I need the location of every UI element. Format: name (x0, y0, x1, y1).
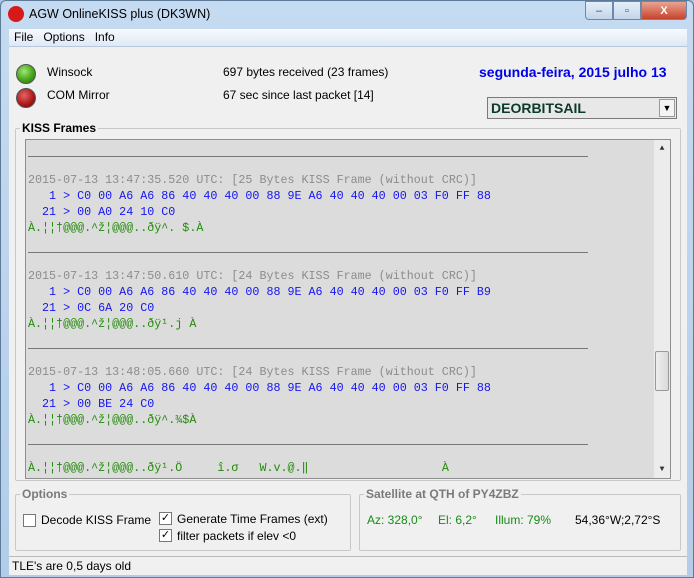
window-title: AGW OnlineKISS plus (DK3WN) (29, 7, 211, 21)
frame-separator (28, 140, 653, 172)
minimize-button[interactable]: – (585, 1, 613, 20)
client-area: Winsock COM Mirror 697 bytes received (2… (9, 47, 687, 556)
close-button[interactable]: X (641, 1, 687, 20)
decode-kiss-label: Decode KISS Frame (41, 513, 152, 527)
elevation: El: 6,2° (438, 513, 477, 527)
com-mirror-status-led (16, 88, 36, 108)
frame-header: 2015-07-13 13:47:50.610 UTC: [24 Bytes K… (28, 269, 477, 283)
winsock-status-led (16, 64, 36, 84)
options-legend: Options (22, 487, 68, 501)
frame-separator (28, 428, 653, 460)
filter-packets-checkbox[interactable]: ✓ (159, 529, 172, 542)
menu-bar: File Options Info (9, 29, 687, 47)
vertical-scrollbar[interactable]: ▲ ▼ (653, 140, 670, 478)
com-mirror-label: COM Mirror (47, 88, 110, 102)
generate-time-frames-label: Generate Time Frames (ext) (177, 512, 328, 526)
scroll-down-icon[interactable]: ▼ (654, 461, 670, 478)
app-icon (8, 6, 24, 22)
scrollbar-thumb[interactable] (655, 351, 669, 391)
frame-ascii: À.¦¦†@@@.^ž¦@@@..ðÿ^. $.À (28, 221, 204, 235)
menu-info[interactable]: Info (90, 29, 120, 46)
decode-kiss-checkbox[interactable] (23, 514, 36, 527)
date-display: segunda-feira, 2015 julho 13 (479, 64, 667, 80)
frame-ascii: À.¦¦†@@@.^ž¦@@@..ðÿ¹.Ö î.σ W.v.@.‖ À (28, 461, 449, 475)
satellite-legend: Satellite at QTH of PY4ZBZ (366, 487, 519, 501)
frame-hex-line: 1 > C0 00 A6 A6 86 40 40 40 00 88 9E A6 … (28, 285, 491, 299)
kiss-frames-legend: KISS Frames (22, 121, 97, 135)
illumination: Illum: 79% (495, 513, 552, 527)
kiss-frames-log[interactable]: 2015-07-13 13:47:35.520 UTC: [25 Bytes K… (25, 139, 671, 479)
frame-ascii: À.¦¦†@@@.^ž¦@@@..ðÿ¹.j À (28, 317, 197, 331)
frame-hex-line: 1 > C0 00 A6 A6 86 40 40 40 00 88 9E A6 … (28, 381, 491, 395)
maximize-button[interactable]: ▫ (613, 1, 641, 20)
menu-file[interactable]: File (9, 29, 38, 46)
frame-header: 2015-07-13 13:48:05.660 UTC: [24 Bytes K… (28, 365, 477, 379)
bytes-received: 697 bytes received (23 frames) (223, 65, 389, 79)
filter-packets-label: filter packets if elev <0 (177, 529, 297, 543)
since-last-packet: 67 sec since last packet [14] (223, 88, 374, 102)
frame-hex-line: 21 > 0C 6A 20 C0 (28, 301, 155, 315)
status-bar: TLE's are 0,5 days old (9, 556, 687, 575)
generate-time-frames-checkbox[interactable]: ✓ (159, 512, 172, 525)
sub-satellite-position: 54,36°W;2,72°S (575, 513, 661, 527)
satellite-select-value: DEORBITSAIL (491, 100, 586, 116)
frame-hex-line: 21 > 00 A0 24 10 C0 (28, 205, 176, 219)
frame-hex-line: 21 > 00 BE 24 C0 (28, 397, 155, 411)
frame-separator (28, 236, 653, 268)
frame-header: 2015-07-13 13:47:35.520 UTC: [25 Bytes K… (28, 173, 477, 187)
chevron-down-icon[interactable]: ▼ (659, 99, 675, 117)
scroll-up-icon[interactable]: ▲ (654, 140, 670, 157)
frame-separator (28, 332, 653, 364)
winsock-label: Winsock (47, 65, 93, 79)
satellite-select[interactable]: DEORBITSAIL ▼ (487, 97, 677, 119)
frame-hex-line: 1 > C0 00 A6 A6 86 40 40 40 00 88 9E A6 … (28, 189, 491, 203)
azimuth: Az: 328,0° (367, 513, 423, 527)
frame-ascii: À.¦¦†@@@.^ž¦@@@..ðÿ^.¾$À (28, 413, 197, 427)
app-window: AGW OnlineKISS plus (DK3WN) – ▫ X File O… (0, 0, 694, 578)
title-bar[interactable]: AGW OnlineKISS plus (DK3WN) – ▫ X (1, 1, 693, 29)
menu-options[interactable]: Options (38, 29, 89, 46)
